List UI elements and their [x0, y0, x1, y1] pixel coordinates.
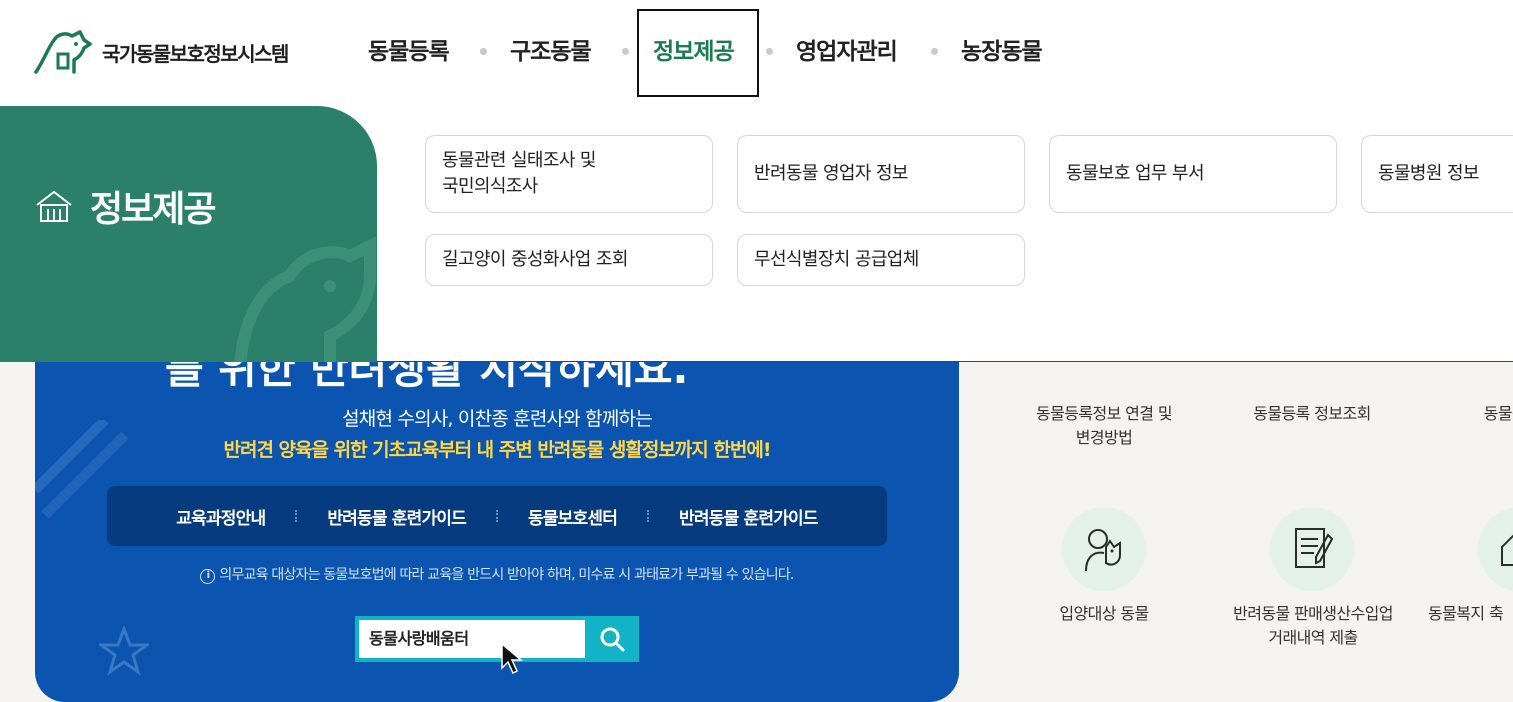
- menu-stray-cat-neutering[interactable]: 길고양이 중성화사업 조회: [425, 234, 713, 286]
- nav-business-management[interactable]: 영업자관리: [796, 32, 898, 72]
- divider: [295, 510, 298, 522]
- building-icon: [36, 190, 72, 222]
- nav-farm-animals[interactable]: 농장동물: [961, 32, 1043, 72]
- nav-rescued-animals[interactable]: 구조동물: [510, 32, 592, 72]
- menu-animal-hospital-info[interactable]: 동물병원 정보: [1361, 135, 1513, 213]
- banner-nav-training-guide[interactable]: 반려동물 훈련가이드: [327, 504, 466, 529]
- banner-nav-training-guide-2[interactable]: 반려동물 훈련가이드: [679, 504, 818, 529]
- banner-subtitle: 설채현 수의사, 이찬종 훈련사와 함께하는: [342, 408, 653, 430]
- menu-rfid-suppliers[interactable]: 무선식별장치 공급업체: [737, 234, 1025, 286]
- banner-notice-text: 의무교육 대상자는 동물보호법에 따라 교육을 반드시 받아야 하며, 미수료 …: [219, 567, 794, 583]
- nav-animal-registration[interactable]: 동물등록: [368, 32, 450, 72]
- logo-text: 국가동물보호정보시스템: [102, 41, 289, 66]
- farm-icon[interactable]: [1478, 507, 1513, 591]
- quick-link-label: 입양대상 동물: [1059, 604, 1149, 623]
- logo-icon: [34, 30, 92, 74]
- quick-link-label: 동물등록 정보조회: [1253, 404, 1371, 423]
- divider: [647, 510, 650, 522]
- nav-separator-dot: [622, 48, 629, 55]
- quick-link-trade-report[interactable]: 반려동물 판매생산수입업 거래내역 제출: [1206, 602, 1420, 650]
- divider: [496, 510, 498, 522]
- quick-link-label: 반려동물 판매생산수입업: [1233, 604, 1393, 623]
- banner-nav-education[interactable]: 교육과정안내: [176, 504, 266, 529]
- dog-silhouette-icon: [234, 236, 376, 362]
- banner-search-button[interactable]: [585, 616, 639, 662]
- nav-information[interactable]: 정보제공: [653, 32, 735, 72]
- menu-pet-business-info[interactable]: 반려동물 영업자 정보: [737, 135, 1025, 213]
- banner-highlight: 반려견 양육을 위한 기초교육부터 내 주변 반려동물 생활정보까지 한번에!: [223, 439, 772, 461]
- nav-separator-dot: [931, 48, 938, 55]
- banner-search: 동물사랑배움터: [355, 616, 639, 662]
- quick-link-label: 거래내역 제출: [1268, 628, 1358, 647]
- mega-menu: 정보제공 동물관련 실태조사 및 국민의식조사 반려동물 영업자 정보 동물보호…: [0, 106, 1513, 362]
- banner-search-input[interactable]: 동물사랑배움터: [355, 616, 585, 662]
- document-pen-icon[interactable]: [1270, 507, 1354, 591]
- page: 를 위한 반려생활 시작하세요. 설채현 수의사, 이찬종 훈련사와 함께하는 …: [0, 0, 1513, 702]
- mega-menu-side-panel: 정보제공: [0, 106, 377, 362]
- mouse-cursor-icon: [501, 642, 524, 675]
- mega-menu-title: 정보제공: [34, 180, 216, 232]
- quick-link-label: 변경방법: [1075, 428, 1133, 447]
- nav-separator-dot: [480, 48, 487, 55]
- mega-menu-title-text: 정보제공: [90, 189, 216, 230]
- quick-link-label: 동물복지 축: [1428, 604, 1504, 623]
- adoption-icon[interactable]: [1062, 507, 1146, 591]
- quick-link-label: 동물등록정보 연결 및: [1035, 404, 1173, 423]
- quick-link-register-3[interactable]: 동물등록 등록: [1420, 402, 1513, 450]
- quick-link-register-change[interactable]: 동물등록정보 연결 및 변경방법: [1004, 402, 1204, 450]
- banner-notice: i 의무교육 대상자는 동물보호법에 따라 교육을 반드시 받아야 하며, 미수료…: [35, 564, 959, 584]
- menu-protection-departments[interactable]: 동물보호 업무 부서: [1049, 135, 1337, 213]
- star-icon: [99, 626, 149, 676]
- quick-link-label: 등록: [1420, 426, 1513, 450]
- quick-link-label: 동물등록: [1483, 404, 1513, 423]
- nav-separator-dot: [766, 48, 773, 55]
- quick-link-welfare[interactable]: 동물복지 축: [1428, 602, 1513, 626]
- menu-survey[interactable]: 동물관련 실태조사 및 국민의식조사: [425, 135, 713, 213]
- quick-link-adoption[interactable]: 입양대상 동물: [1004, 602, 1204, 626]
- menu-survey-line1: 동물관련 실태조사 및: [442, 150, 596, 171]
- search-icon: [600, 627, 625, 652]
- site-logo[interactable]: 국가동물보호정보시스템: [34, 30, 289, 74]
- banner-nav-protection-center[interactable]: 동물보호센터: [528, 504, 618, 529]
- quick-link-register-lookup[interactable]: 동물등록 정보조회: [1220, 402, 1404, 426]
- site-header: 국가동물보호정보시스템 동물등록 구조동물 정보제공 영업자관리 농장동물: [0, 0, 1513, 106]
- menu-survey-line2: 국민의식조사: [442, 176, 538, 197]
- info-icon: i: [200, 569, 216, 584]
- banner-nav: 교육과정안내 반려동물 훈련가이드 동물보호센터 반려동물 훈련가이드: [107, 486, 887, 546]
